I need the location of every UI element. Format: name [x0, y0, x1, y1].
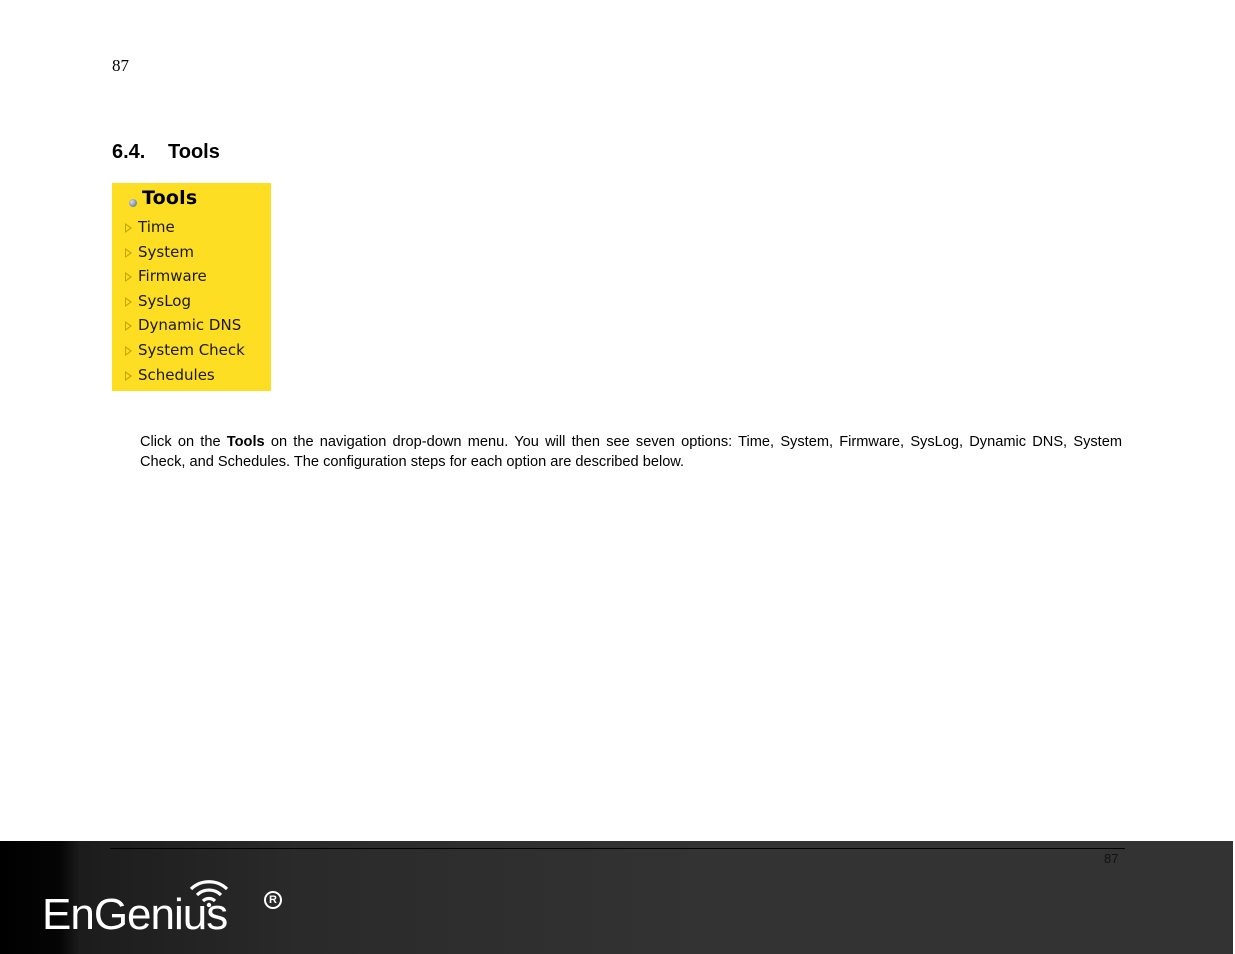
- section-title: Tools: [168, 141, 220, 163]
- triangle-right-icon: [125, 371, 132, 381]
- tools-menu-screenshot: Tools Time System Firmware SysLog Dynami…: [112, 183, 271, 391]
- menu-item-schedules[interactable]: Schedules: [125, 366, 215, 388]
- engenius-logo: EnGenius R: [42, 879, 292, 939]
- menu-item-label: Schedules: [138, 366, 215, 384]
- menu-item-dynamic-dns[interactable]: Dynamic DNS: [125, 316, 241, 338]
- body-text-part1: Click on the: [140, 434, 227, 450]
- registered-mark-icon: R: [264, 891, 282, 909]
- triangle-right-icon: [125, 346, 132, 356]
- triangle-right-icon: [125, 223, 132, 233]
- page-number-top: 87: [112, 56, 129, 75]
- menu-item-system-check[interactable]: System Check: [125, 341, 245, 363]
- menu-item-label: Time: [138, 218, 175, 236]
- bullet-icon: [129, 199, 137, 207]
- triangle-right-icon: [125, 297, 132, 307]
- menu-item-label: System Check: [138, 341, 245, 359]
- section-heading: 6.4. Tools: [112, 141, 220, 164]
- menu-item-label: System: [138, 243, 194, 261]
- section-number: 6.4.: [112, 141, 146, 163]
- page-number-footer: 87: [1104, 851, 1119, 866]
- body-text-part2: on the navigation drop-down menu. You wi…: [140, 434, 1122, 470]
- menu-item-label: Firmware: [138, 267, 207, 285]
- menu-item-system[interactable]: System: [125, 243, 194, 265]
- triangle-right-icon: [125, 321, 132, 331]
- body-text-bold: Tools: [226, 434, 265, 450]
- menu-item-syslog[interactable]: SysLog: [125, 292, 191, 314]
- menu-item-firmware[interactable]: Firmware: [125, 267, 207, 289]
- triangle-right-icon: [125, 272, 132, 282]
- menu-item-time[interactable]: Time: [125, 218, 175, 240]
- footer-divider: [110, 848, 1125, 849]
- brand-name: EnGenius: [42, 890, 228, 939]
- tools-menu-title: Tools: [142, 187, 198, 209]
- page-footer: 87 EnGenius R: [0, 841, 1233, 954]
- menu-item-label: Dynamic DNS: [138, 316, 242, 334]
- triangle-right-icon: [125, 248, 132, 258]
- body-paragraph: Click on the Tools on the navigation dro…: [140, 433, 1122, 472]
- menu-item-label: SysLog: [138, 292, 192, 310]
